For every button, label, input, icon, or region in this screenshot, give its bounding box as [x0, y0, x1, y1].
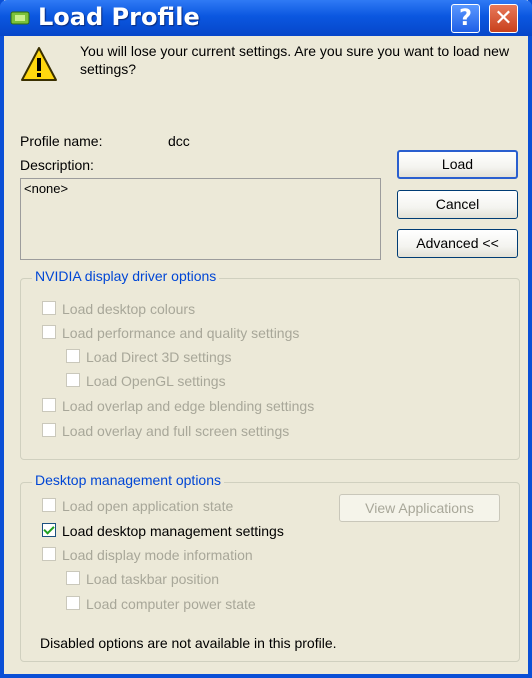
help-button[interactable]: ? [451, 4, 480, 33]
option-label: Load taskbar position [86, 571, 220, 587]
option-label: Load display mode information [62, 547, 253, 563]
view-applications-button[interactable]: View Applications [339, 494, 500, 522]
disabled-options-note: Disabled options are not available in th… [40, 635, 337, 651]
checkbox[interactable] [66, 349, 80, 363]
checkbox[interactable] [42, 325, 56, 339]
checkbox[interactable] [66, 596, 80, 610]
checkbox-checked[interactable] [42, 523, 56, 537]
monitor-icon [10, 11, 30, 25]
checkbox[interactable] [42, 398, 56, 412]
close-button[interactable]: ✕ [489, 4, 518, 33]
title-bar[interactable]: Load Profile ? ✕ [0, 0, 532, 36]
option-label: Load computer power state [86, 596, 256, 612]
advanced-button[interactable]: Advanced << [397, 229, 518, 258]
nvidia-group-legend: NVIDIA display driver options [32, 268, 220, 284]
load-button[interactable]: Load [397, 150, 518, 179]
description-label: Description: [20, 157, 94, 173]
load-profile-dialog: Load Profile ? ✕ You will lose your curr… [0, 0, 532, 678]
cancel-button[interactable]: Cancel [397, 190, 518, 219]
checkbox[interactable] [42, 423, 56, 437]
help-icon: ? [459, 6, 472, 31]
checkbox[interactable] [42, 547, 56, 561]
warning-icon [21, 47, 57, 81]
profile-name-value: dcc [168, 133, 190, 149]
description-field[interactable]: <none> [20, 178, 381, 260]
warning-message: You will lose your current settings. Are… [80, 43, 510, 77]
checkbox[interactable] [66, 373, 80, 387]
checkbox[interactable] [42, 301, 56, 315]
checkbox[interactable] [66, 571, 80, 585]
option-label: Load overlap and edge blending settings [62, 398, 315, 414]
option-label: Load desktop colours [62, 301, 196, 317]
profile-name-label: Profile name: [20, 133, 103, 149]
window-title: Load Profile [38, 3, 200, 31]
close-icon: ✕ [494, 6, 513, 31]
option-label: Load desktop management settings [62, 523, 284, 539]
desktop-group-legend: Desktop management options [32, 472, 224, 488]
checkbox[interactable] [42, 498, 56, 512]
option-label: Load OpenGL settings [86, 373, 226, 389]
option-label: Load Direct 3D settings [86, 349, 232, 365]
option-label: Load overlay and full screen settings [62, 423, 290, 439]
option-label: Load open application state [62, 498, 234, 514]
option-label: Load performance and quality settings [62, 325, 300, 341]
